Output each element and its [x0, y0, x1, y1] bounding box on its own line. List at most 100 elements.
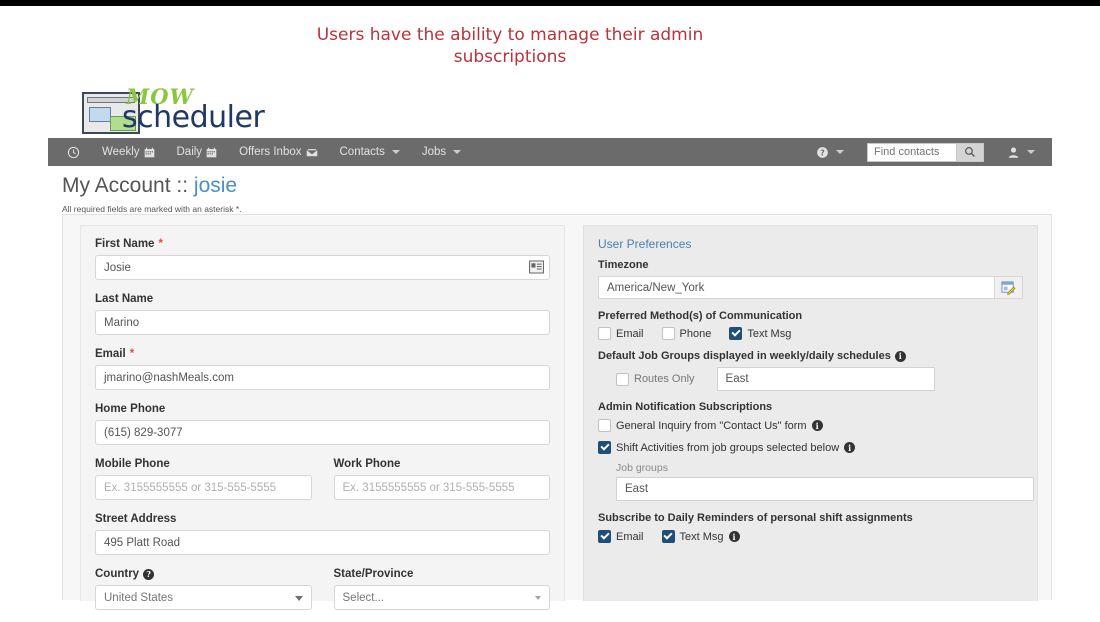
daily-reminder-option-text-msg[interactable]: Text Msg i [661, 530, 740, 543]
checkbox[interactable] [598, 530, 611, 543]
mobile-phone-field[interactable]: Ex. 3155555555 or 315-555-5555 [95, 475, 312, 500]
country-label: Country ? [95, 568, 312, 580]
select-value: East [625, 483, 649, 495]
default-job-groups-select[interactable]: East [716, 367, 935, 391]
street-address-value: 495 Platt Road [104, 536, 181, 549]
required-asterisk: * [158, 238, 163, 250]
label-text: Timezone [598, 259, 649, 271]
navbar-left-group: Weekly Daily Offers Inbox Contacts Jobs [56, 138, 472, 166]
home-phone-field[interactable]: (615) 829-3077 [95, 420, 550, 445]
label-text: State/Province [333, 568, 414, 580]
user-preferences-title: User Preferences [598, 237, 692, 251]
work-phone-label: Work Phone [334, 458, 551, 470]
search-input[interactable] [868, 143, 956, 161]
street-address-field[interactable]: 495 Platt Road [95, 530, 550, 555]
home-phone-label: Home Phone [95, 403, 550, 415]
nav-item-home[interactable] [56, 138, 91, 166]
communication-options: Email Phone Text Msg [598, 327, 1023, 340]
help-menu-button[interactable]: ? [805, 138, 855, 166]
nav-item-weekly[interactable]: Weekly [91, 138, 166, 166]
admin-subscription-shift-activities[interactable]: Shift Activities from job groups selecte… [598, 441, 1011, 454]
checkbox[interactable] [598, 327, 611, 340]
info-icon[interactable]: i [844, 442, 856, 453]
checkbox[interactable] [598, 441, 611, 454]
label-text: Street Address [95, 513, 177, 525]
option-label: Text Msg [679, 530, 724, 543]
nav-item-jobs[interactable]: Jobs [411, 138, 472, 166]
label-text: Email [95, 348, 126, 360]
phone-row: Mobile Phone Ex. 3155555555 or 315-555-5… [95, 458, 550, 513]
navbar-right-group: ? [805, 138, 1046, 166]
label-text: Mobile Phone [95, 458, 170, 470]
default-job-groups-label: Default Job Groups displayed in weekly/d… [598, 350, 1023, 362]
timezone-field[interactable]: America/New_York [598, 276, 995, 299]
last-name-field[interactable]: Marino [95, 310, 550, 335]
top-black-bar [0, 0, 1100, 6]
work-phone-field[interactable]: Ex. 3155555555 or 315-555-5555 [333, 475, 550, 500]
info-icon[interactable]: i [894, 350, 906, 362]
communication-option-phone[interactable]: Phone [661, 327, 712, 340]
user-preferences-panel: User Preferences Timezone America/New_Yo… [583, 225, 1038, 601]
option-label: Shift Activities from job groups selecte… [616, 441, 840, 454]
label-text: First Name [95, 238, 155, 250]
option-label: Routes Only [634, 373, 695, 385]
daily-reminder-option-email[interactable]: Email [598, 530, 644, 543]
timezone-row: America/New_York [598, 276, 1023, 299]
mobile-phone-label: Mobile Phone [95, 458, 312, 470]
contact-card-icon[interactable] [529, 260, 544, 274]
nav-item-label: Offers Inbox [239, 146, 302, 158]
daily-reminders-options: Email Text Msg i [598, 530, 1023, 543]
chevron-down-icon [391, 150, 400, 154]
page-title: My Account :: josie [62, 174, 237, 198]
info-icon[interactable]: i [811, 420, 823, 431]
inbox-icon [306, 148, 317, 156]
checkbox[interactable] [598, 419, 611, 432]
checkbox[interactable] [729, 327, 743, 340]
info-icon[interactable]: i [728, 531, 740, 542]
help-circle-icon[interactable]: ? [143, 568, 155, 580]
admin-subscription-general-inquiry[interactable]: General Inquiry from "Contact Us" form i [598, 419, 1011, 432]
nav-item-offers-inbox[interactable]: Offers Inbox [228, 138, 328, 166]
select-value: East [725, 373, 749, 385]
account-content-panel: First Name * Josie Last Name Marino Emai… [62, 214, 1052, 610]
edit-form-icon [1001, 280, 1016, 295]
option-label: Text Msg [747, 327, 792, 340]
country-select[interactable]: United States [95, 585, 312, 610]
option-label: Phone [679, 327, 712, 340]
location-row: Country ? United States State/Province S… [95, 568, 550, 622]
calendar-icon [144, 147, 154, 157]
app-logo[interactable]: MOW scheduler [66, 80, 326, 135]
app-window: MOW scheduler Weekly Daily Offers Inbox … [48, 72, 1052, 610]
nav-item-daily[interactable]: Daily [166, 138, 229, 166]
first-name-value: Josie [104, 261, 131, 274]
nav-item-contacts[interactable]: Contacts [329, 138, 411, 166]
checkbox[interactable] [661, 327, 675, 340]
nav-item-label: Weekly [102, 146, 140, 158]
annotation-text: Users have the ability to manage their a… [316, 25, 704, 67]
chevron-down-icon [1027, 150, 1035, 154]
label-text: Preferred Method(s) of Communication [598, 310, 803, 322]
email-field[interactable]: jmarino@nashMeals.com [95, 365, 550, 390]
search-icon [965, 147, 975, 157]
nav-item-label: Daily [176, 146, 203, 158]
first-name-field[interactable]: Josie [95, 255, 550, 280]
home-phone-value: (615) 829-3077 [104, 426, 183, 439]
chevron-down-icon [294, 596, 303, 601]
logo-bottom-word: scheduler [122, 100, 265, 135]
communication-option-text-msg[interactable]: Text Msg [729, 327, 791, 340]
search-button[interactable] [956, 143, 983, 161]
state-label: State/Province [334, 568, 551, 580]
routes-only-option[interactable]: Routes Only [616, 372, 695, 386]
checkbox[interactable] [616, 372, 629, 386]
timezone-edit-button[interactable] [995, 276, 1023, 299]
chevron-down-icon [453, 150, 462, 154]
required-fields-note: All required fields are marked with an a… [62, 204, 242, 214]
last-name-value: Marino [104, 316, 140, 329]
job-groups-select[interactable]: East [616, 477, 1034, 501]
user-menu-button[interactable] [996, 138, 1046, 166]
checkbox[interactable] [661, 530, 675, 543]
job-groups-label: Job groups [616, 462, 668, 474]
state-select[interactable]: Select... [333, 585, 550, 610]
calendar-icon [206, 147, 217, 157]
communication-option-email[interactable]: Email [598, 327, 644, 340]
